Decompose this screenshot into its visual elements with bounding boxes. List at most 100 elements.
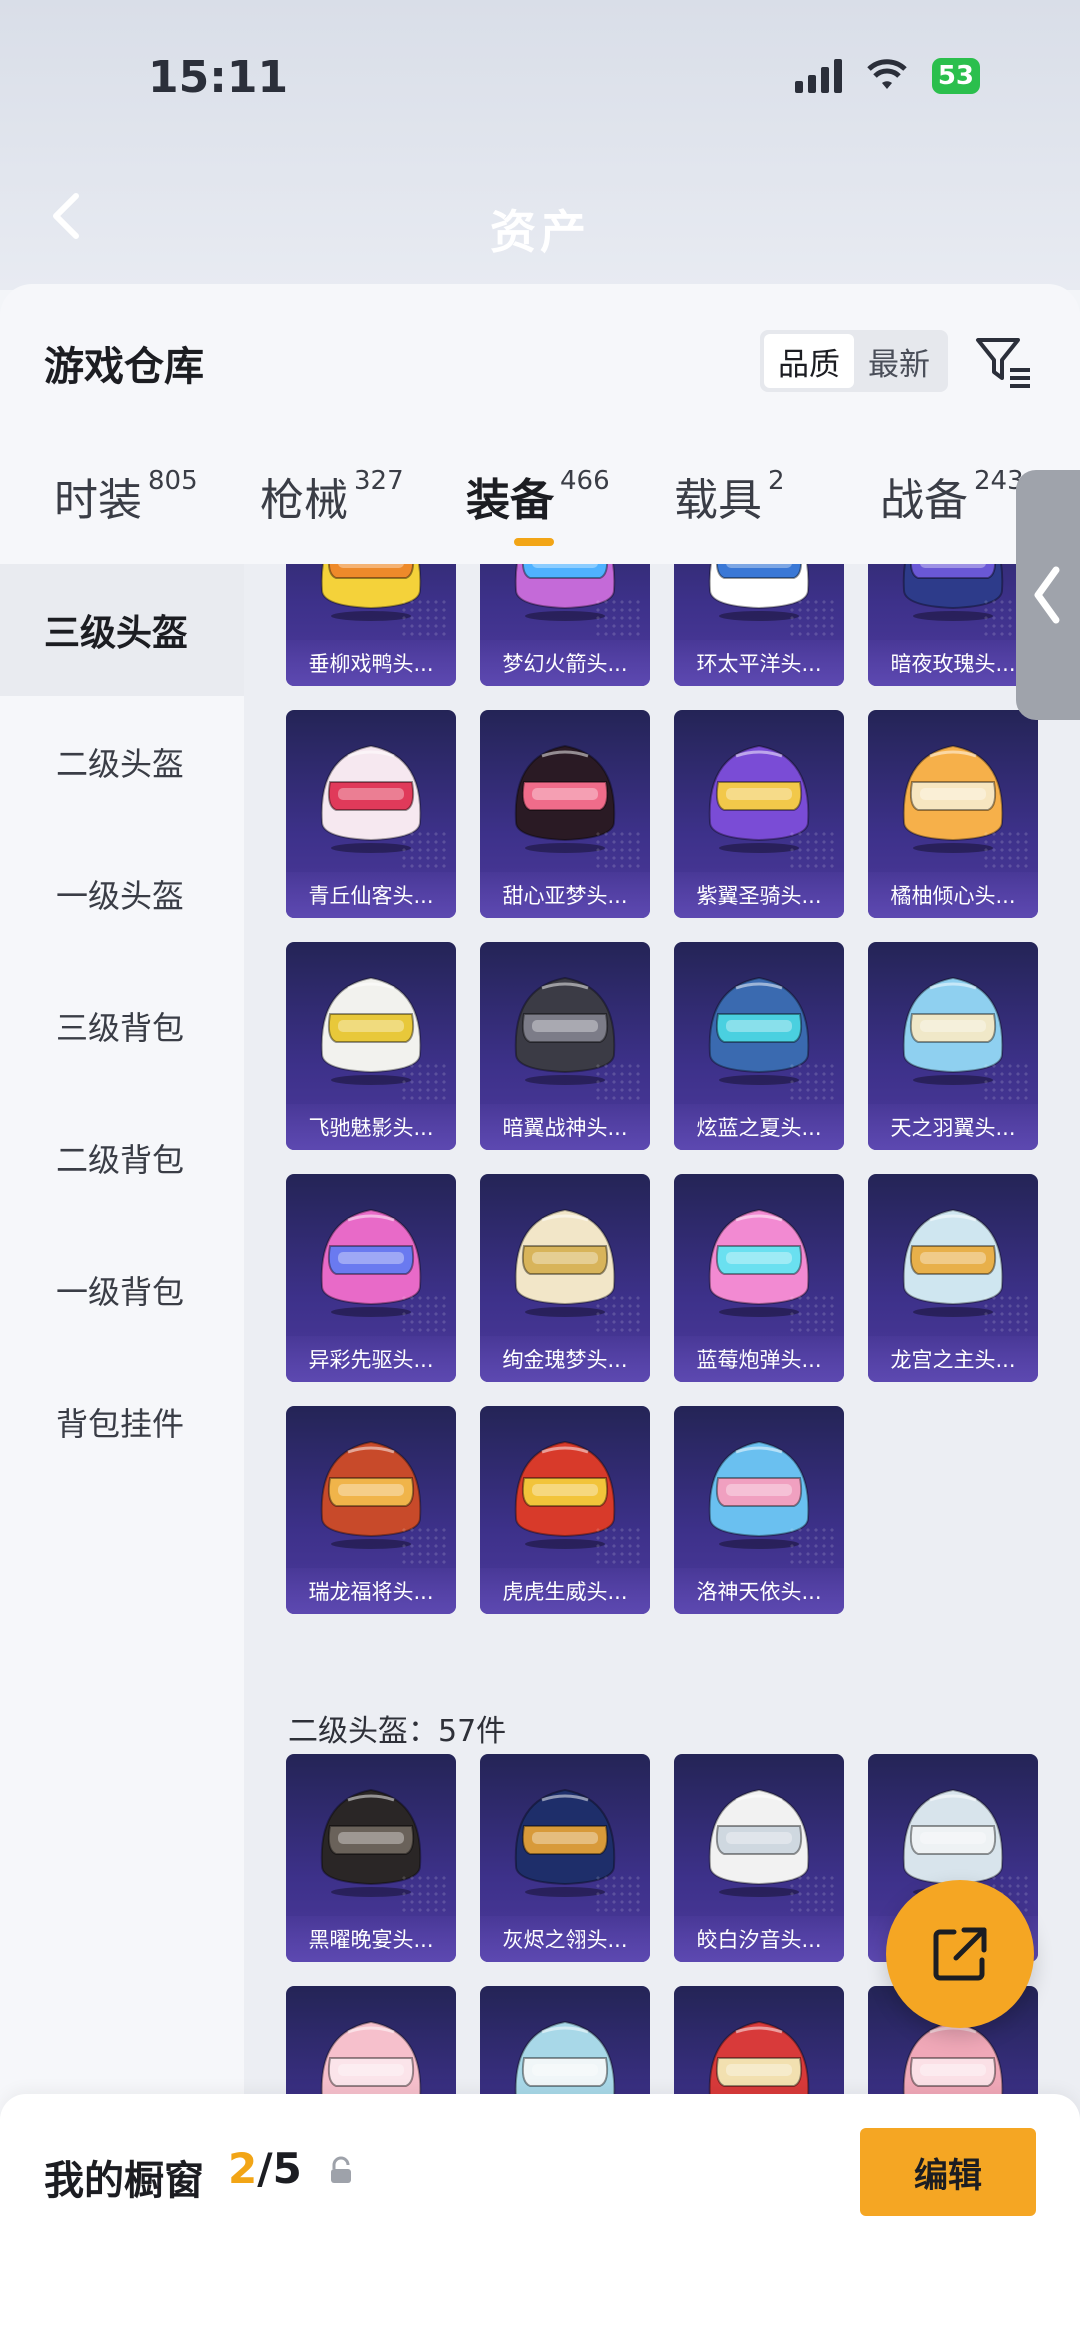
item-card[interactable]: 飞驰魅影头... <box>286 942 456 1150</box>
item-card[interactable]: 橘柚倾心头... <box>868 710 1038 918</box>
item-card[interactable]: 绚金瑰梦头... <box>480 1174 650 1382</box>
category-level2-helmet[interactable]: 二级头盔 <box>0 696 244 828</box>
item-card[interactable]: 洛神天依头... <box>674 1406 844 1614</box>
item-card[interactable]: 暗夜玫瑰头... <box>868 564 1038 686</box>
filter-icon[interactable] <box>974 332 1034 392</box>
category-backpack-pendant[interactable]: 背包挂件 <box>0 1356 244 1488</box>
tab-label: 时装 <box>54 475 142 526</box>
sort-toggle: 品质 最新 <box>760 330 948 392</box>
chevron-left-icon <box>1034 566 1060 624</box>
category-level1-helmet[interactable]: 一级头盔 <box>0 828 244 960</box>
showcase-current: 2 <box>228 2144 258 2193</box>
card-pattern <box>400 1062 450 1102</box>
item-card[interactable]: 黑曜晚宴头... <box>286 1754 456 1962</box>
item-name: 环太平洋头... <box>674 640 844 686</box>
tab-count: 805 <box>148 466 198 496</box>
item-name: 瑞龙福将头... <box>286 1568 456 1614</box>
card-pattern <box>982 1062 1032 1102</box>
edit-button[interactable]: 编辑 <box>860 2128 1036 2216</box>
item-name: 灰烬之翎头... <box>480 1916 650 1962</box>
category-level1-backpack[interactable]: 一级背包 <box>0 1224 244 1356</box>
tab-weapons[interactable]: 枪械 327 <box>260 464 404 528</box>
category-level3-backpack[interactable]: 三级背包 <box>0 960 244 1092</box>
share-button[interactable] <box>886 1880 1034 2028</box>
card-pattern <box>400 1874 450 1914</box>
item-name: 绚金瑰梦头... <box>480 1336 650 1382</box>
card-pattern <box>594 1294 644 1334</box>
showcase-count: 2/5 <box>228 2144 302 2193</box>
card-pattern <box>400 830 450 870</box>
card-pattern <box>788 1526 838 1566</box>
item-name: 皎白汐音头... <box>674 1916 844 1962</box>
battery-indicator: 53 <box>931 58 980 94</box>
card-pattern <box>400 1294 450 1334</box>
item-name: 甜心亚梦头... <box>480 872 650 918</box>
side-drawer-handle[interactable] <box>1016 470 1080 720</box>
card-pattern <box>594 1062 644 1102</box>
item-card[interactable]: 龙宫之主头... <box>868 1174 1038 1382</box>
item-card[interactable]: 暗翼战神头... <box>480 942 650 1150</box>
item-name: 垂柳戏鸭头... <box>286 640 456 686</box>
card-pattern <box>594 830 644 870</box>
card-pattern <box>982 830 1032 870</box>
card-pattern <box>400 1526 450 1566</box>
showcase-bar: 我的橱窗 2/5 编辑 <box>0 2094 1080 2341</box>
card-pattern <box>788 1294 838 1334</box>
card-pattern <box>788 1874 838 1914</box>
active-tab-indicator <box>514 538 554 546</box>
category-menu: 三级头盔 二级头盔 一级头盔 三级背包 二级背包 一级背包 背包挂件 <box>0 564 244 2124</box>
tab-fashion[interactable]: 时装 805 <box>54 464 198 528</box>
tab-label: 战备 <box>880 475 968 526</box>
share-icon <box>933 1927 987 1981</box>
item-card[interactable]: 蓝莓炮弹头... <box>674 1174 844 1382</box>
signal-icon <box>794 59 842 93</box>
item-card[interactable]: 虎虎生威头... <box>480 1406 650 1614</box>
item-name: 橘柚倾心头... <box>868 872 1038 918</box>
item-card[interactable]: 天之羽翼头... <box>868 942 1038 1150</box>
item-name: 暗夜玫瑰头... <box>868 640 1038 686</box>
item-card[interactable]: 瑞龙福将头... <box>286 1406 456 1614</box>
card-pattern <box>982 1294 1032 1334</box>
item-name: 异彩先驱头... <box>286 1336 456 1382</box>
item-card[interactable]: 皎白汐音头... <box>674 1754 844 1962</box>
item-name: 洛神天依头... <box>674 1568 844 1614</box>
item-name: 紫翼圣骑头... <box>674 872 844 918</box>
item-name: 天之羽翼头... <box>868 1104 1038 1150</box>
card-pattern <box>594 1874 644 1914</box>
wifi-icon <box>867 59 907 89</box>
warehouse-sheet: 游戏仓库 品质 最新 时装 805 枪械 327 装备 466 载具 2 战备 … <box>0 284 1080 2341</box>
page-title: 资产 <box>490 205 590 259</box>
item-name: 黑曜晚宴头... <box>286 1916 456 1962</box>
item-card[interactable]: 灰烬之翎头... <box>480 1754 650 1962</box>
card-pattern <box>400 598 450 638</box>
item-card[interactable]: 青丘仙客头... <box>286 710 456 918</box>
card-pattern <box>594 1526 644 1566</box>
category-level3-helmet[interactable]: 三级头盔 <box>0 564 244 696</box>
item-card[interactable]: 甜心亚梦头... <box>480 710 650 918</box>
item-card[interactable]: 垂柳戏鸭头... <box>286 564 456 686</box>
card-pattern <box>788 1062 838 1102</box>
item-card[interactable]: 炫蓝之夏头... <box>674 942 844 1150</box>
item-card[interactable]: 紫翼圣骑头... <box>674 710 844 918</box>
tab-battle-gear[interactable]: 战备 243 <box>880 464 1024 528</box>
sort-newest-button[interactable]: 最新 <box>854 334 944 388</box>
tab-count: 2 <box>768 466 785 496</box>
tab-equipment[interactable]: 装备 466 <box>466 464 610 546</box>
showcase-label: 我的橱窗 <box>44 2158 204 2204</box>
item-card[interactable]: 梦幻火箭头... <box>480 564 650 686</box>
item-card[interactable]: 环太平洋头... <box>674 564 844 686</box>
item-name: 龙宫之主头... <box>868 1336 1038 1382</box>
tab-vehicles[interactable]: 载具 2 <box>674 464 785 528</box>
sort-quality-button[interactable]: 品质 <box>764 334 854 388</box>
tab-label: 枪械 <box>260 475 348 526</box>
category-level2-backpack[interactable]: 二级背包 <box>0 1092 244 1224</box>
item-card[interactable]: 异彩先驱头... <box>286 1174 456 1382</box>
category-tabs: 时装 805 枪械 327 装备 466 载具 2 战备 243 <box>0 464 1080 564</box>
showcase-total: /5 <box>257 2144 302 2193</box>
item-name: 蓝莓炮弹头... <box>674 1336 844 1382</box>
lock-icon <box>331 2156 351 2183</box>
tab-label: 装备 <box>466 475 554 526</box>
item-name: 青丘仙客头... <box>286 872 456 918</box>
item-name: 梦幻火箭头... <box>480 640 650 686</box>
card-pattern <box>788 830 838 870</box>
